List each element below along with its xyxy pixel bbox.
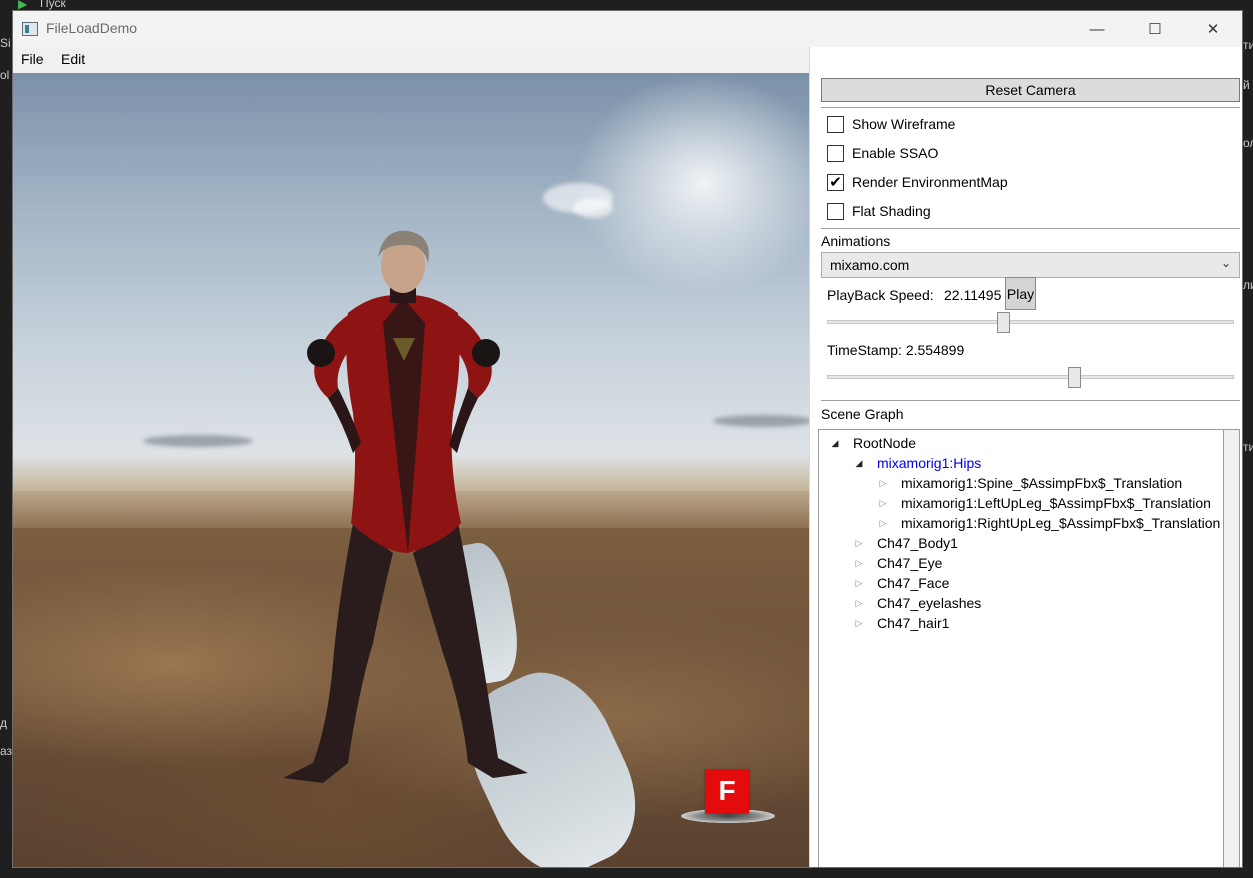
ide-fragment: ли xyxy=(1243,278,1253,292)
ide-fragment: ти xyxy=(1243,440,1253,454)
slider-thumb[interactable] xyxy=(1068,367,1081,388)
close-button[interactable]: ✕ xyxy=(1184,11,1242,47)
close-icon: ✕ xyxy=(1206,21,1220,38)
menu-bar: File Edit xyxy=(13,47,809,73)
checkbox-box[interactable] xyxy=(827,144,844,162)
sky-glow xyxy=(573,73,809,293)
front-marker[interactable]: F xyxy=(705,769,749,813)
tree-node-label: RootNode xyxy=(853,435,917,451)
tree-node-label: Ch47_Eye xyxy=(877,555,943,571)
window-title: FileLoadDemo xyxy=(46,20,138,36)
expand-icon[interactable]: ▷ xyxy=(853,578,865,589)
reset-camera-button[interactable]: Reset Camera xyxy=(821,78,1240,102)
tree-scrollbar[interactable] xyxy=(1224,429,1240,867)
playback-speed-value: 22.11495 xyxy=(944,287,1002,303)
tree-node-label: mixamorig1:RightUpLeg_$AssimpFbx$_Transl… xyxy=(901,515,1221,531)
divider xyxy=(821,400,1240,401)
slider-thumb[interactable] xyxy=(997,312,1010,333)
expand-icon[interactable]: ▷ xyxy=(877,518,889,529)
tree-node[interactable]: ▷ mixamorig1:LeftUpLeg_$AssimpFbx$_Trans… xyxy=(877,493,1211,513)
checkbox-label: Flat Shading xyxy=(852,203,931,219)
animations-label: Animations xyxy=(821,233,891,249)
tree-node-label: mixamorig1:Spine_$AssimpFbx$_Translation xyxy=(901,475,1183,491)
animation-select[interactable]: mixamo.com ⌄ xyxy=(821,252,1240,278)
tree-node[interactable]: ▷ Ch47_Eye xyxy=(853,553,943,573)
tree-node[interactable]: ▷ Ch47_hair1 xyxy=(853,613,950,633)
collapse-icon[interactable]: ◢ xyxy=(853,458,865,469)
tree-node[interactable]: ▷ Ch47_Body1 xyxy=(853,533,958,553)
ide-fragment: аз xyxy=(0,744,13,758)
menu-edit[interactable]: Edit xyxy=(61,51,85,67)
expand-icon[interactable]: ▷ xyxy=(853,598,865,609)
character-model xyxy=(283,230,528,783)
checkbox-box[interactable]: ✔ xyxy=(827,173,844,191)
timestamp-slider[interactable] xyxy=(827,367,1234,388)
animation-select-value: mixamo.com xyxy=(830,257,910,273)
expand-icon[interactable]: ▷ xyxy=(853,618,865,629)
tree-node-label: Ch47_Face xyxy=(877,575,950,591)
expand-icon[interactable]: ▷ xyxy=(877,478,889,489)
checkbox-label: Enable SSAO xyxy=(852,145,939,161)
expand-icon[interactable]: ▷ xyxy=(853,558,865,569)
play-button[interactable]: Play xyxy=(1005,277,1036,310)
playback-speed-label: PlayBack Speed: xyxy=(827,287,934,303)
app-icon xyxy=(22,22,38,36)
ide-fragment: ol xyxy=(0,68,10,82)
expand-icon[interactable]: ▷ xyxy=(853,538,865,549)
tree-node[interactable]: ◢ RootNode xyxy=(829,433,917,453)
flat-shading-checkbox[interactable]: Flat Shading xyxy=(827,201,931,221)
tree-node-label: Ch47_hair1 xyxy=(877,615,950,631)
expand-icon[interactable]: ▷ xyxy=(877,498,889,509)
ide-fragment: д xyxy=(0,716,8,730)
tree-node[interactable]: ▷ Ch47_Face xyxy=(853,573,950,593)
tree-node[interactable]: ▷ mixamorig1:Spine_$AssimpFbx$_Translati… xyxy=(877,473,1183,493)
maximize-icon: ☐ xyxy=(1148,21,1162,38)
collapse-icon[interactable]: ◢ xyxy=(829,438,841,449)
side-panel: Reset Camera Show Wireframe Enable SSAO … xyxy=(809,47,1242,867)
tree-node-label: Ch47_eyelashes xyxy=(877,595,982,611)
menu-file[interactable]: File xyxy=(21,51,44,67)
tree-node[interactable]: ▷ mixamorig1:RightUpLeg_$AssimpFbx$_Tran… xyxy=(877,513,1221,533)
enable-ssao-checkbox[interactable]: Enable SSAO xyxy=(827,143,938,163)
minimize-icon: — xyxy=(1089,20,1105,38)
ide-fragment: ол xyxy=(1243,136,1253,150)
run-label[interactable]: Пуск xyxy=(40,0,66,10)
scene-graph-tree[interactable]: ◢ RootNode ◢ mixamorig1:Hips ▷ mixamorig… xyxy=(818,429,1224,867)
checkmark-icon: ✔ xyxy=(829,173,842,191)
timestamp-label: TimeStamp: 2.554899 xyxy=(827,342,965,358)
tree-node-label: mixamorig1:Hips xyxy=(877,455,982,471)
cloud xyxy=(573,198,613,218)
3d-viewport[interactable]: F xyxy=(13,73,809,867)
show-wireframe-checkbox[interactable]: Show Wireframe xyxy=(827,114,955,134)
ide-fragment: й xyxy=(1243,78,1250,92)
chevron-down-icon: ⌄ xyxy=(1220,256,1231,270)
ide-fragment: ти xyxy=(1243,38,1253,52)
tree-node-label: Ch47_Body1 xyxy=(877,535,958,551)
checkbox-box[interactable] xyxy=(827,115,844,133)
ide-fragment: Si xyxy=(0,36,11,50)
minimize-button[interactable]: — xyxy=(1068,11,1126,47)
title-bar[interactable]: FileLoadDemo — ☐ ✕ xyxy=(13,11,1242,47)
tree-node-label: mixamorig1:LeftUpLeg_$AssimpFbx$_Transla… xyxy=(901,495,1211,511)
cloud xyxy=(143,435,253,447)
ide-toolbar: ▶ Пуск xyxy=(0,0,1253,11)
divider xyxy=(821,107,1240,108)
playback-speed-slider[interactable] xyxy=(827,312,1234,333)
checkbox-label: Render EnvironmentMap xyxy=(852,174,1008,190)
tree-node[interactable]: ▷ Ch47_eyelashes xyxy=(853,593,982,613)
checkbox-box[interactable] xyxy=(827,202,844,220)
render-environment-map-checkbox[interactable]: ✔ Render EnvironmentMap xyxy=(827,172,1008,192)
tree-node[interactable]: ◢ mixamorig1:Hips xyxy=(853,453,982,473)
scene-graph-label: Scene Graph xyxy=(821,406,904,422)
cloud xyxy=(713,415,809,427)
divider xyxy=(821,228,1240,229)
maximize-button[interactable]: ☐ xyxy=(1126,11,1184,47)
checkbox-label: Show Wireframe xyxy=(852,116,956,132)
app-window: FileLoadDemo — ☐ ✕ File Edit F Reset Cam… xyxy=(12,10,1243,868)
